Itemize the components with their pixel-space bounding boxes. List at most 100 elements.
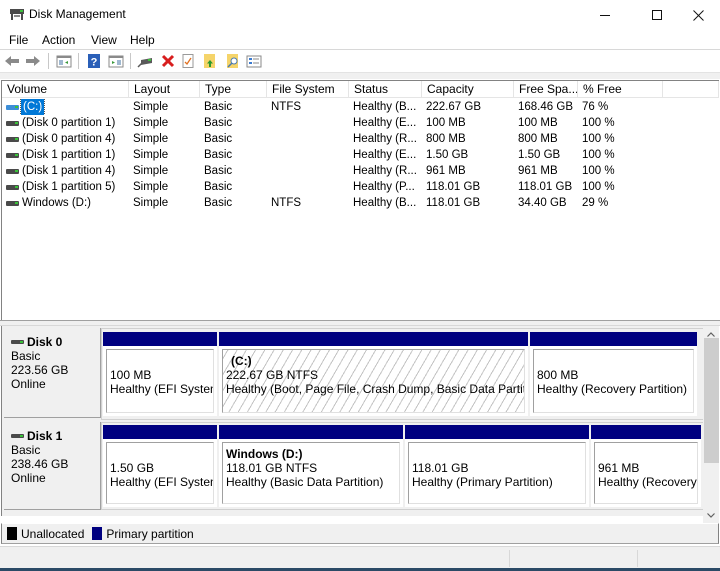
column-header-layout[interactable]: Layout <box>129 81 200 98</box>
volume-icon <box>6 153 19 158</box>
volume-row[interactable]: (Disk 0 partition 1) Simple Basic Healthy (… <box>2 115 719 131</box>
partition-disk1-windows-d[interactable]: Windows (D:) 118.01 GB NTFS Healthy (Bas… <box>219 425 403 507</box>
volume-row[interactable]: (Disk 1 partition 4) Simple Basic Healthy (… <box>2 163 719 179</box>
partition-size: 1.50 GB <box>110 461 155 475</box>
legend-swatch-unallocated <box>7 527 17 540</box>
menu-view[interactable]: View <box>91 33 117 47</box>
cell-layout: Simple <box>133 197 169 209</box>
minimize-icon <box>599 14 610 16</box>
scroll-thumb[interactable] <box>704 338 719 463</box>
disk-0-label[interactable]: Disk 0 Basic 223.56 GB Online <box>4 328 101 418</box>
menu-help[interactable]: Help <box>130 33 155 47</box>
back-arrow-icon[interactable] <box>4 53 20 69</box>
close-button[interactable] <box>675 0 720 30</box>
disk-1-label[interactable]: Disk 1 Basic 238.46 GB Online <box>4 422 101 510</box>
partition-size: 961 MB <box>598 461 640 475</box>
status-bar <box>0 546 720 568</box>
disk-1-state: Online <box>11 471 46 485</box>
menu-file[interactable]: File <box>9 33 28 47</box>
column-header-percent-free[interactable]: % Free <box>578 81 663 98</box>
volume-icon <box>6 185 19 190</box>
cell-free: 118.01 GB <box>518 181 573 193</box>
volume-icon <box>6 121 19 126</box>
connect-drive-icon[interactable] <box>137 53 153 69</box>
partition-body: Windows (D:) 118.01 GB NTFS Healthy (Bas… <box>222 442 400 504</box>
delete-icon[interactable] <box>160 53 176 69</box>
primary-partition-bar <box>219 425 403 439</box>
partition-disk1-recovery[interactable]: 961 MB Healthy (Recovery <box>591 425 701 507</box>
disk-0-type: Basic <box>11 349 41 363</box>
cell-fs <box>271 163 349 179</box>
maximize-button[interactable] <box>634 0 680 30</box>
cell-layout: Simple <box>133 165 169 177</box>
column-header-status[interactable]: Status <box>349 81 422 98</box>
chevron-up-icon <box>707 331 715 337</box>
volume-row[interactable]: (Disk 1 partition 1) Simple Basic Healthy (… <box>2 147 719 163</box>
show-hide-action-pane-icon[interactable] <box>108 53 124 69</box>
cell-volume: (Disk 1 partition 4) <box>2 163 129 179</box>
column-header-capacity[interactable]: Capacity <box>422 81 514 98</box>
partition-disk0-efi[interactable]: 100 MB Healthy (EFI System <box>103 332 217 416</box>
disk-name: Disk 1 <box>11 429 100 443</box>
cell-type: Basic <box>204 101 233 113</box>
partition-name: Windows (D:) <box>226 447 303 461</box>
column-header-volume[interactable]: Volume <box>2 81 129 98</box>
volume-row[interactable]: (Disk 0 partition 4) Simple Basic Healthy (… <box>2 131 719 147</box>
disk-graphical-view: Disk 0 Basic 223.56 GB Online 100 MB Hea… <box>1 326 719 516</box>
disk-name: Disk 0 <box>11 335 100 349</box>
cell-free: 961 MB <box>518 165 558 177</box>
toolbar-separator <box>48 53 49 69</box>
cell-capacity: 1.50 GB <box>426 149 469 161</box>
forward-arrow-icon[interactable] <box>25 53 41 69</box>
column-header-free-space[interactable]: Free Spa... <box>514 81 578 98</box>
volume-name: (Disk 1 partition 4) <box>22 165 116 177</box>
volume-name: (Disk 0 partition 4) <box>22 133 116 145</box>
cell-volume: Windows (D:) <box>2 195 129 211</box>
primary-partition-bar <box>591 425 701 439</box>
partition-disk0-recovery[interactable]: 800 MB Healthy (Recovery Partition) <box>530 332 697 416</box>
volume-name: (Disk 0 partition 1) <box>22 117 116 129</box>
volume-row[interactable]: (C:) Simple Basic NTFS Healthy (B... 222.67 G… <box>2 99 719 115</box>
svg-text:?: ? <box>91 57 98 69</box>
volume-list-icon[interactable] <box>246 53 262 69</box>
column-header-blank <box>663 81 719 98</box>
toolbar-border <box>0 72 720 79</box>
cell-type: Basic <box>204 165 233 177</box>
cell-layout: Simple <box>133 101 169 113</box>
minimize-button[interactable] <box>582 0 628 30</box>
show-hide-console-tree-icon[interactable] <box>56 53 72 69</box>
partition-disk1-primary[interactable]: 118.01 GB Healthy (Primary Partition) <box>405 425 589 507</box>
volume-name: Windows (D:) <box>22 197 92 209</box>
scroll-down-button[interactable] <box>703 507 719 523</box>
column-header-type[interactable]: Type <box>200 81 267 98</box>
legend-label-primary: Primary partition <box>106 526 194 541</box>
cell-capacity: 100 MB <box>426 117 466 129</box>
toolbar-separator <box>78 53 79 69</box>
partition-body: 800 MB Healthy (Recovery Partition) <box>533 349 694 413</box>
open-search-folder-icon[interactable] <box>224 53 240 69</box>
cell-pct: 100 % <box>582 165 615 177</box>
volume-list[interactable]: Volume Layout Type File System Status Ca… <box>1 80 719 320</box>
menu-action[interactable]: Action <box>42 33 75 47</box>
cell-layout: Simple <box>133 117 169 129</box>
partition-size: 118.01 GB <box>412 461 469 475</box>
partition-disk1-efi[interactable]: 1.50 GB Healthy (EFI System <box>103 425 217 507</box>
help-icon[interactable]: ? <box>86 53 102 69</box>
volume-icon <box>6 169 19 174</box>
primary-partition-bar <box>405 425 589 439</box>
volume-row[interactable]: Windows (D:) Simple Basic NTFS Healthy (B...… <box>2 195 719 211</box>
column-header-file-system[interactable]: File System <box>267 81 349 98</box>
export-list-icon[interactable] <box>202 53 218 69</box>
cell-type: Basic <box>204 181 233 193</box>
properties-icon[interactable] <box>180 53 196 69</box>
cell-capacity: 222.67 GB <box>426 101 481 113</box>
disk-0-name: Disk 0 <box>27 335 63 349</box>
volume-icon <box>6 137 19 142</box>
partition-status: Healthy (Recovery Partition) <box>537 382 688 396</box>
volume-row[interactable]: (Disk 1 partition 5) Simple Basic Healthy (… <box>2 179 719 195</box>
partition-disk0-c[interactable]: (C:) 222.67 GB NTFS Healthy (Boot, Page … <box>219 332 528 416</box>
legend-label-unallocated: Unallocated <box>21 526 85 541</box>
partition-body: 100 MB Healthy (EFI System <box>106 349 214 413</box>
graphical-view-scrollbar[interactable] <box>703 326 719 523</box>
partition-size: 800 MB <box>537 368 579 382</box>
